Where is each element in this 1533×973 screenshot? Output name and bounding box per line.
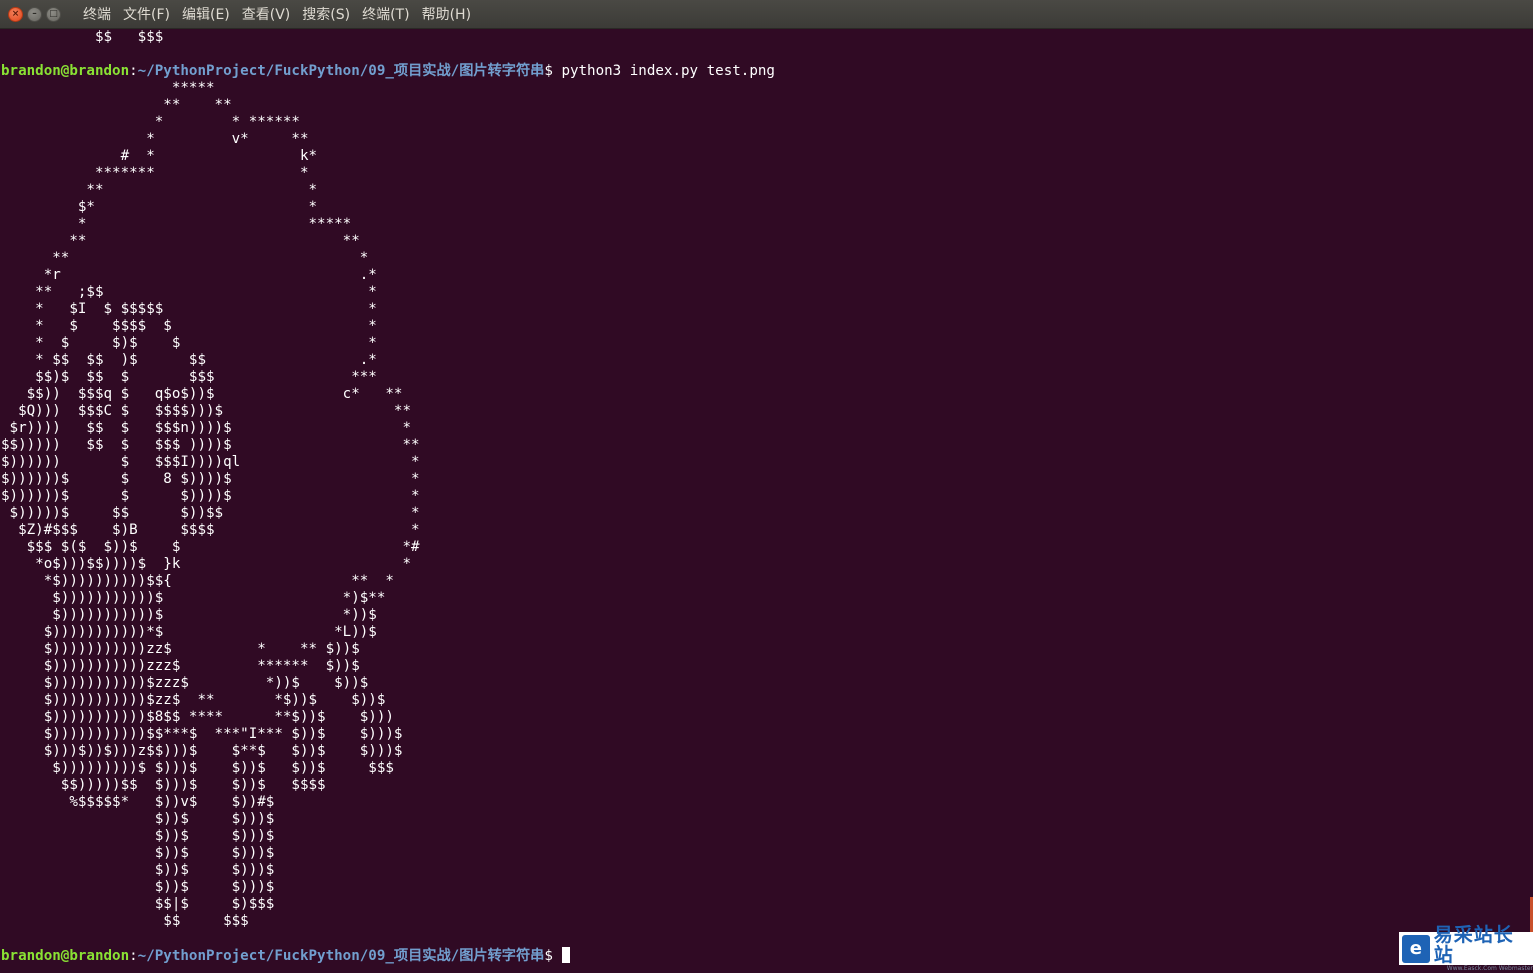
ascii-art-line: $)))))$ $$ $))$$ * xyxy=(1,505,420,521)
ascii-art-line: $$)))))$$ $)))$ $))$ $$$$ xyxy=(1,777,326,793)
ascii-art-line: ** ** xyxy=(1,233,360,249)
menu-terminal[interactable]: 终端(T) xyxy=(356,4,415,24)
watermark-logo: e 易采站长站 Www.Easck.Com Webmaster xyxy=(1399,925,1533,972)
prompt-symbol: $ xyxy=(544,63,562,79)
ascii-art-line: $)))))) $ $$$I))))ql * xyxy=(1,454,420,470)
ascii-art-line: $)))))))))))$8$$ **** **$))$ $))) xyxy=(1,709,394,725)
ascii-art-line: $$)$ $$ $ $$$ *** xyxy=(1,369,377,385)
ascii-art-line: $$|$ $)$$$ xyxy=(1,896,275,912)
ascii-art-line: # * k* xyxy=(1,148,318,164)
ascii-art-line: %$$$$$* $))v$ $))#$ xyxy=(1,794,275,810)
ascii-art-line: * $ $$$$ $ * xyxy=(1,318,377,334)
menu-edit[interactable]: 编辑(E) xyxy=(176,4,236,24)
prompt-symbol: $ xyxy=(544,948,562,964)
menu-help[interactable]: 帮助(H) xyxy=(416,4,477,24)
ascii-art-line: $)))))))))))$$***$ ***"I*** $))$ $)))$ xyxy=(1,726,403,742)
ascii-art-line: $))$ $)))$ xyxy=(1,879,275,895)
ascii-art-line: $)))))))))))$zz$ ** *$))$ $))$ xyxy=(1,692,386,708)
menu-file[interactable]: 文件(F) xyxy=(117,4,176,24)
ascii-art-line: $)))))))))))zz$ * ** $))$ xyxy=(1,641,360,657)
command-text: python3 index.py test.png xyxy=(561,63,775,79)
current-prompt-line[interactable]: brandon@brandon:~/PythonProject/FuckPyth… xyxy=(1,947,571,964)
ascii-art-line: *r .* xyxy=(1,267,377,283)
ascii-art-line: $))))))$ $ 8 $))))$ * xyxy=(1,471,420,487)
ascii-art-line: $)))))))))))$ *))$ xyxy=(1,607,377,623)
minimize-button[interactable]: – xyxy=(27,6,42,22)
menu-bar: 终端 文件(F) 编辑(E) 查看(V) 搜索(S) 终端(T) 帮助(H) xyxy=(77,4,477,24)
title-bar: × – □ 终端 文件(F) 编辑(E) 查看(V) 搜索(S) 终端(T) 帮… xyxy=(0,0,1533,29)
terminal-output[interactable]: $$ $$$ brandon@brandon:~/PythonProject/F… xyxy=(0,28,1533,965)
close-icon: × xyxy=(11,8,20,19)
prompt-colon: : xyxy=(129,63,138,79)
command-prompt-line: brandon@brandon:~/PythonProject/FuckPyth… xyxy=(1,63,775,80)
ascii-art-line: ******* * xyxy=(1,165,309,181)
ascii-art-line: $)))))))))))zzz$ ****** $))$ xyxy=(1,658,360,674)
ascii-art-line: $$)) $$$q $ q$o$))$ c* ** xyxy=(1,386,403,402)
ascii-art-line: $))))))$ $ $))))$ * xyxy=(1,488,420,504)
previous-output-line: $$ $$$ xyxy=(1,29,164,45)
ascii-art-line: $)))))))))))$ *)$** xyxy=(1,590,386,606)
menu-search[interactable]: 搜索(S) xyxy=(296,4,356,24)
ascii-art-line: ** * xyxy=(1,182,318,198)
menu-terminal-app[interactable]: 终端 xyxy=(77,4,117,24)
ascii-art-line: * v* ** xyxy=(1,131,309,147)
ascii-art-line: * $$ $$ )$ $$ .* xyxy=(1,352,377,368)
menu-view[interactable]: 查看(V) xyxy=(236,4,297,24)
ascii-art-line: $$ $$$ xyxy=(1,913,249,929)
ascii-art-line: $Q))) $$$C $ $$$$)))$ ** xyxy=(1,403,411,419)
ascii-art-line: $))$ $)))$ xyxy=(1,862,275,878)
watermark-text: 易采站长站 xyxy=(1433,923,1514,966)
close-button[interactable]: × xyxy=(8,6,23,22)
prompt-user-host: brandon@brandon xyxy=(1,63,130,79)
ascii-art-line: $))$ $)))$ xyxy=(1,828,275,844)
ascii-art-line: ***** xyxy=(1,80,215,96)
ascii-art-line: * ***** xyxy=(1,216,352,232)
ascii-art-line: $))$ $)))$ xyxy=(1,811,275,827)
prompt-path: ~/PythonProject/FuckPython/09_项目实战/图片转字符… xyxy=(137,948,545,964)
ascii-art-line: $r)))) $$ $ $$$n))))$ * xyxy=(1,420,411,436)
prompt-user-host: brandon@brandon xyxy=(1,948,130,964)
ascii-art-line: ** ** xyxy=(1,97,232,113)
ascii-art-line: *o$)))$$))))$ }k * xyxy=(1,556,411,572)
minimize-icon: – xyxy=(32,8,37,19)
e-logo-icon: e xyxy=(1402,934,1430,963)
ascii-art-line: $))$ $)))$ xyxy=(1,845,275,861)
ascii-art-line: $$$ $($ $))$ $ *# xyxy=(1,539,420,555)
terminal-window: × – □ 终端 文件(F) 编辑(E) 查看(V) 搜索(S) 终端(T) 帮… xyxy=(0,0,1533,972)
prompt-colon: : xyxy=(129,948,138,964)
maximize-icon: □ xyxy=(49,8,58,19)
ascii-art-line: $)))))))))))*$ *L))$ xyxy=(1,624,377,640)
text-cursor xyxy=(562,947,571,963)
ascii-art-line: $)))))))))))$zzz$ *))$ $))$ xyxy=(1,675,369,691)
ascii-art-line: $$))))) $$ $ $$$ ))))$ ** xyxy=(1,437,420,453)
ascii-art-line: * $I $ $$$$$ * xyxy=(1,301,377,317)
ascii-art-line: $Z)#$$$ $)B $$$$ * xyxy=(1,522,420,538)
watermark-subtext: Www.Easck.Com Webmaster xyxy=(1446,964,1533,972)
ascii-art-line: $* * xyxy=(1,199,318,215)
ascii-art-line: ** ;$$ * xyxy=(1,284,377,300)
ascii-art-line: $)))))))))$ $)))$ $))$ $))$ $$$ xyxy=(1,760,394,776)
ascii-art-line: $)))$))$)))z$$)))$ $**$ $))$ $)))$ xyxy=(1,743,403,759)
ascii-art-line: *$))))))))))$${ ** * xyxy=(1,573,394,589)
ascii-art-line: * $ $)$ $ * xyxy=(1,335,377,351)
prompt-path: ~/PythonProject/FuckPython/09_项目实战/图片转字符… xyxy=(137,63,545,79)
ascii-art-line: * * ****** xyxy=(1,114,300,130)
ascii-art-line: ** * xyxy=(1,250,369,266)
maximize-button[interactable]: □ xyxy=(46,6,61,22)
